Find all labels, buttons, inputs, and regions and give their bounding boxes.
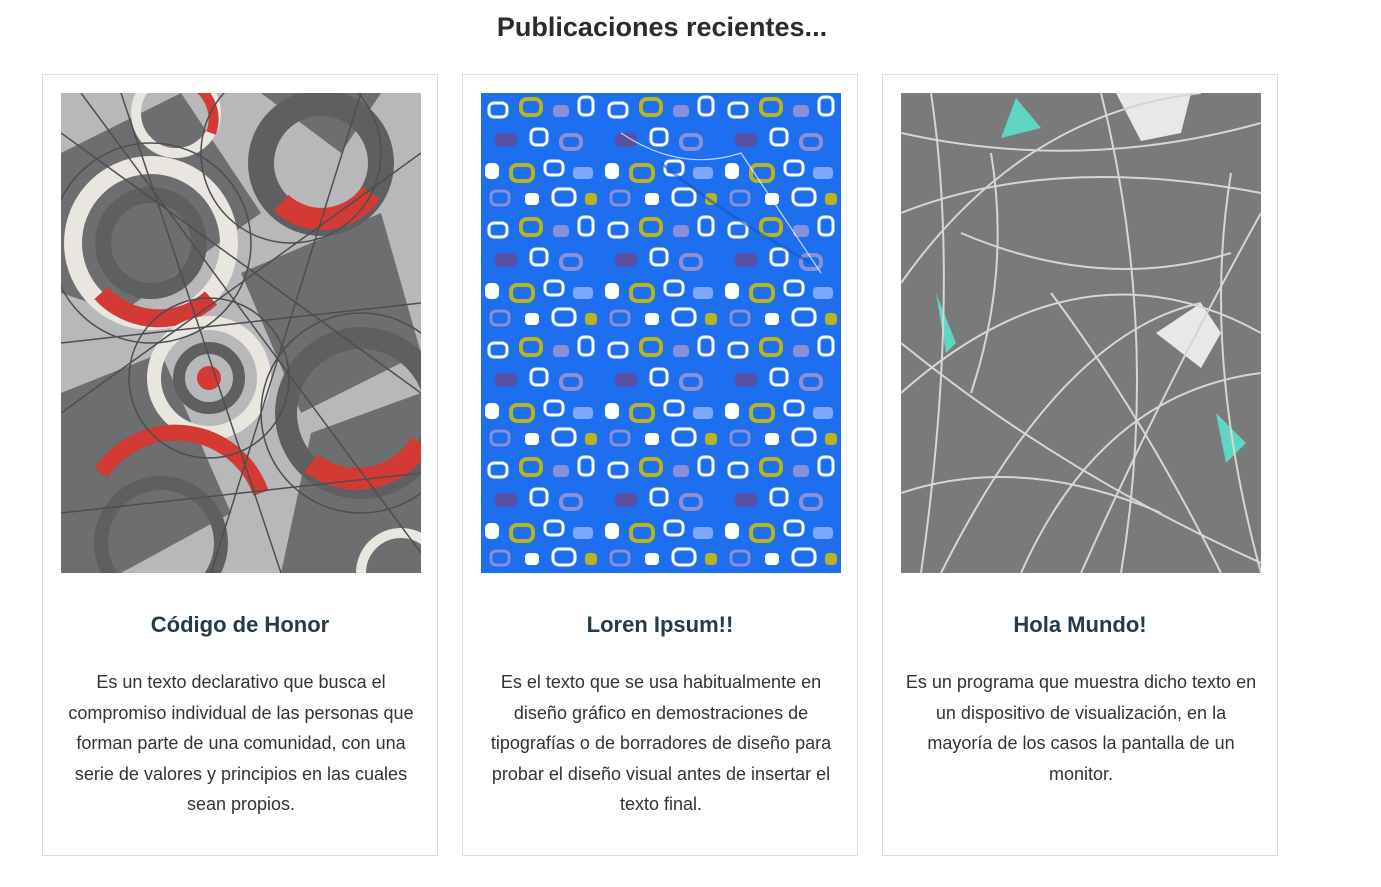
post-excerpt: Es el texto que se usa habitualmente en … xyxy=(490,672,832,815)
post-excerpt: Es un programa que muestra dicho texto e… xyxy=(905,672,1257,784)
post-card-hola-mundo[interactable]: Hola Mundo! Es un programa que muestra d… xyxy=(882,74,1278,856)
blue-shapes-pattern-image xyxy=(481,93,841,573)
section-title: Publicaciones recientes... xyxy=(496,12,828,42)
post-title[interactable]: Loren Ipsum!! xyxy=(463,610,857,640)
post-title[interactable]: Hola Mundo! xyxy=(883,610,1277,640)
gray-lines-pattern-image xyxy=(901,93,1261,573)
post-card-loren-ipsum[interactable]: Loren Ipsum!! Es el texto que se usa hab… xyxy=(462,74,858,856)
post-excerpt: Es un texto declarativo que busca el com… xyxy=(68,672,414,815)
post-title[interactable]: Código de Honor xyxy=(43,610,437,640)
post-image-hola-mundo[interactable] xyxy=(901,93,1261,573)
recent-posts-list: Código de Honor Es un texto declarativo … xyxy=(42,74,1278,856)
abstract-circles-pattern-image xyxy=(61,93,421,573)
post-card-codigo-de-honor[interactable]: Código de Honor Es un texto declarativo … xyxy=(42,74,438,856)
post-image-codigo-de-honor[interactable] xyxy=(61,93,421,573)
post-image-loren-ipsum[interactable] xyxy=(481,93,841,573)
